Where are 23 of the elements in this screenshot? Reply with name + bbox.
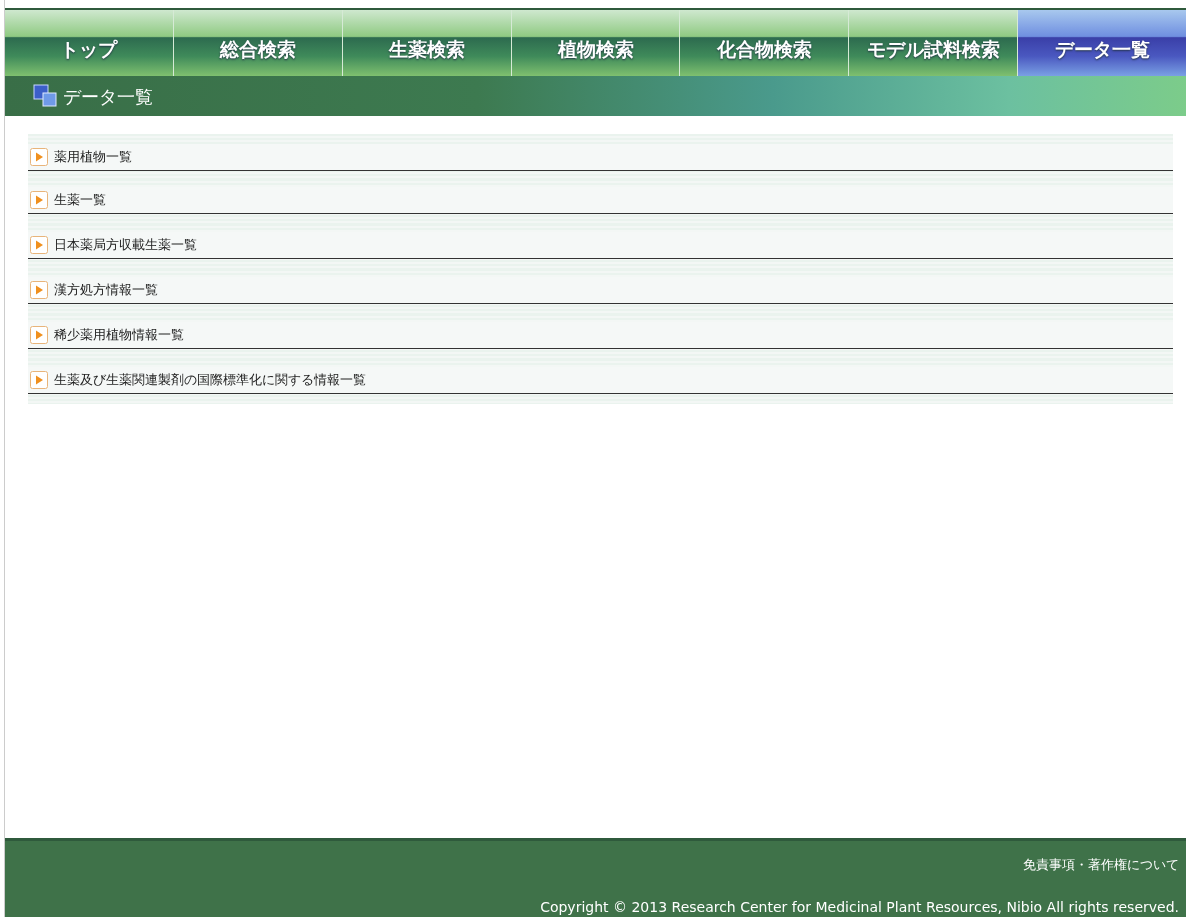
list-link[interactable]: 日本薬局方収載生薬一覧: [28, 232, 1173, 259]
nav-tab[interactable]: 総合検索: [173, 10, 343, 76]
list-link[interactable]: 薬用植物一覧: [28, 144, 1173, 171]
nav-tab[interactable]: データ一覧: [1018, 10, 1186, 76]
list-link[interactable]: 生薬及び生薬関連製剤の国際標準化に関する情報一覧: [28, 367, 1173, 394]
squares-icon: [33, 84, 59, 108]
nav-tab[interactable]: 生薬検索: [342, 10, 512, 76]
list-link[interactable]: 漢方処方情報一覧: [28, 277, 1173, 304]
nav-tab[interactable]: 化合物検索: [680, 10, 850, 76]
list-link[interactable]: 稀少薬用植物情報一覧: [28, 322, 1173, 349]
nav-tab[interactable]: トップ: [5, 10, 174, 76]
disclaimer-link[interactable]: 免責事項・著作権について: [1023, 857, 1179, 872]
play-icon: [30, 148, 48, 166]
list-link[interactable]: 生薬一覧: [28, 187, 1173, 214]
nav-tab[interactable]: モデル試料検索: [849, 10, 1019, 76]
page-title: データ一覧: [63, 84, 153, 109]
play-icon: [30, 326, 48, 344]
copyright-text: Copyright © 2013 Research Center for Medicinal Plant Resources, Nibio All rights reserved.: [539, 897, 1179, 917]
play-icon: [30, 236, 48, 254]
nav-tab[interactable]: 植物検索: [511, 10, 681, 76]
play-icon: [30, 191, 48, 209]
play-icon: [30, 371, 48, 389]
play-icon: [30, 281, 48, 299]
